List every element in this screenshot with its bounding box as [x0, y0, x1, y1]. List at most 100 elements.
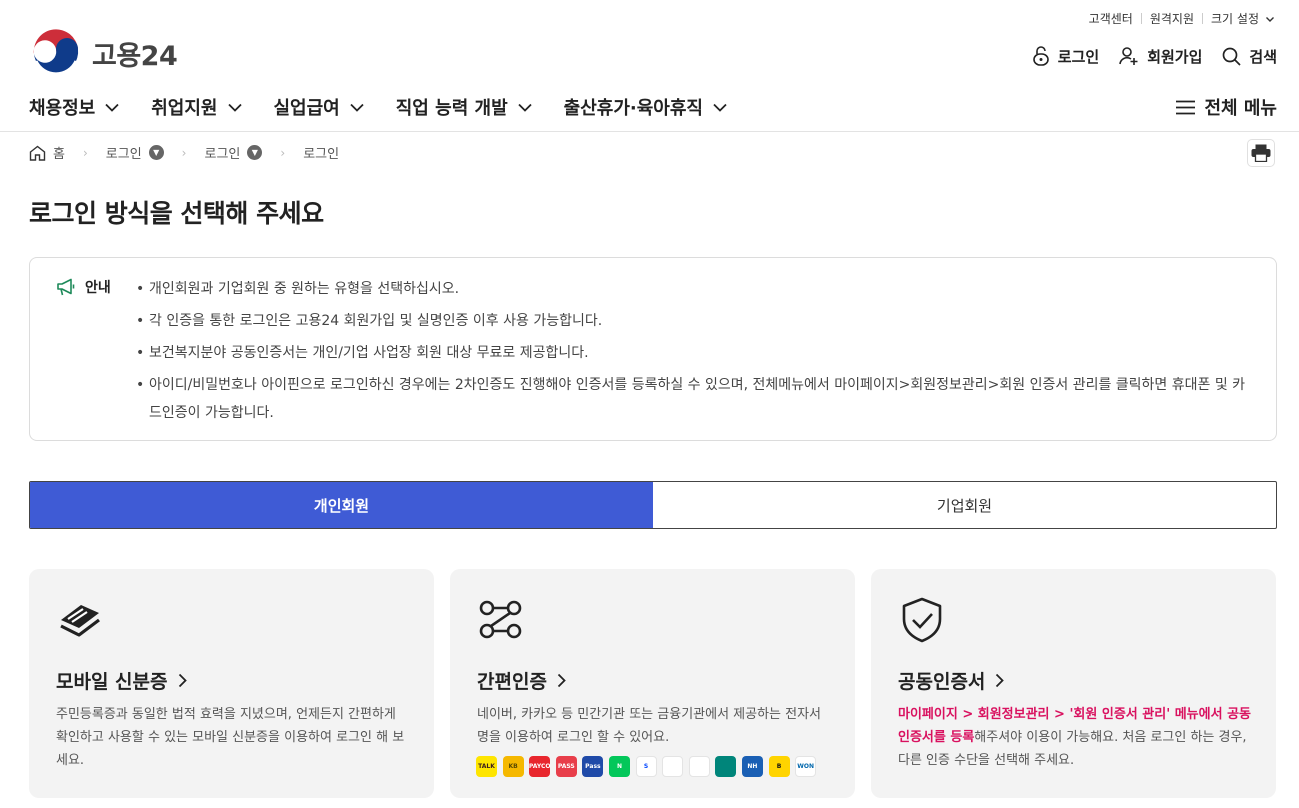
breadcrumb-item-label: 로그인 [204, 147, 241, 162]
nav-item-skills-development[interactable]: 직업 능력 개발 [396, 94, 532, 120]
dropdown-toggle-icon: ▼ [148, 145, 164, 160]
chevron-down-icon [1266, 16, 1274, 22]
home-icon [29, 145, 46, 161]
login-label: 로그인 [1057, 47, 1100, 66]
login-link[interactable]: 로그인 [1032, 45, 1099, 67]
payco-icon: PAYCO [529, 756, 550, 777]
notice-item: 아이디/비밀번호나 아이핀으로 로그인하신 경우에는 2차인증도 진행해야 인증… [136, 371, 1256, 427]
member-type-tabs: 개인회원 기업회원 [29, 481, 1277, 529]
notice-label: 안내 [56, 277, 111, 297]
font-size-label: 크기 설정 [1211, 12, 1259, 26]
chevron-down-icon [227, 103, 242, 112]
nav-label: 실업급여 [273, 98, 340, 119]
signup-label: 회원가입 [1147, 47, 1203, 66]
divider [1140, 13, 1142, 24]
chevron-right-icon [557, 673, 566, 688]
toss-icon [662, 756, 684, 777]
pass-icon: PASS [555, 756, 577, 777]
simple-auth-card[interactable]: 간편인증 네이버, 카카오 등 민간기관 또는 금융기관에서 제공하는 전자서명… [450, 569, 855, 798]
connection-icon [479, 600, 522, 639]
breadcrumb-home[interactable]: 홈 [29, 143, 65, 162]
card-description: 주민등록증과 동일한 법적 효력을 지녔으며, 언제든지 간편하게 확인하고 사… [56, 707, 405, 768]
customer-center-link[interactable]: 고객센터 [1089, 10, 1133, 27]
divider [1202, 13, 1204, 24]
chevron-down-icon [713, 103, 727, 112]
breadcrumb-item-label: 로그인 [105, 147, 142, 162]
kakao-icon: TALK [476, 756, 497, 777]
card-description: 마이페이지 > 회원정보관리 > '회원 인증서 관리' 메뉴에서 공동인증서를… [898, 703, 1253, 772]
card-title: 간편인증 [477, 667, 566, 694]
page-title: 로그인 방식을 선택해 주세요 [29, 199, 324, 228]
notice-list: 개인회원과 기업회원 중 원하는 유형을 선택하십시오. 각 인증을 통한 로그… [136, 275, 1256, 431]
notice-label-text: 안내 [85, 280, 111, 296]
taegeuk-logo-icon [32, 29, 80, 77]
nav-item-jobs[interactable]: 채용정보 [29, 94, 119, 120]
nh-icon: NH [741, 756, 763, 777]
samsung-pass-icon: Pass [582, 756, 604, 777]
nav-item-unemployment-benefit[interactable]: 실업급여 [274, 94, 364, 120]
card-title: 모바일 신분증 [56, 667, 187, 694]
nav-label: 출산휴가·육아휴직 [563, 98, 703, 119]
top-utility-links: 고객센터 원격지원 크기 설정 [1089, 10, 1275, 27]
nav-item-parental-leave[interactable]: 출산휴가·육아휴직 [564, 94, 727, 120]
logo-text: 고용24 [92, 40, 178, 72]
nav-label: 직업 능력 개발 [395, 98, 508, 119]
card-description: 네이버, 카카오 등 민간기관 또는 금융기관에서 제공하는 전자서명을 이용하… [477, 707, 822, 745]
chevron-right-icon [996, 673, 1005, 688]
chevron-right-icon: › [280, 145, 286, 160]
chevron-down-icon [350, 103, 364, 112]
chevron-right-icon: › [82, 145, 88, 160]
all-menu-label: 전체 메뉴 [1204, 98, 1277, 119]
search-button[interactable]: 검색 [1222, 46, 1277, 67]
chevron-right-icon: › [181, 145, 187, 160]
site-logo[interactable]: 고용24 [30, 27, 178, 79]
chevron-down-icon [105, 103, 119, 112]
shinhan-icon: S [635, 756, 657, 777]
breadcrumb-item[interactable]: 로그인 ▼ [106, 143, 164, 162]
notice-item: 보건복지분야 공동인증서는 개인/기업 사업장 회원 대상 무료로 제공합니다. [136, 339, 1256, 367]
breadcrumb: 홈 › 로그인 ▼ › 로그인 ▼ › 로그인 [29, 143, 339, 162]
chevron-down-icon [518, 103, 532, 112]
nav-label: 취업지원 [151, 98, 218, 119]
printer-icon [1251, 144, 1271, 162]
nav-label: 채용정보 [29, 98, 96, 119]
main-nav: 채용정보 취업지원 실업급여 직업 능력 개발 출산휴가·육아휴직 [29, 94, 759, 120]
card-title-text: 간편인증 [477, 671, 547, 693]
card-title: 공동인증서 [898, 667, 1005, 694]
font-size-setting[interactable]: 크기 설정 [1211, 10, 1275, 27]
kookmin-icon: KB [502, 756, 524, 777]
notice-box: 안내 개인회원과 기업회원 중 원하는 유형을 선택하십시오. 각 인증을 통한… [29, 257, 1277, 441]
add-user-icon [1119, 47, 1138, 65]
megaphone-icon [57, 278, 75, 296]
header-utility: 로그인 회원가입 검색 [1012, 45, 1277, 67]
lock-icon [1032, 46, 1049, 66]
breadcrumb-current: 로그인 [303, 147, 340, 162]
all-menu-button[interactable]: 전체 메뉴 [1176, 94, 1277, 120]
print-button[interactable] [1247, 139, 1275, 167]
hana-icon [715, 756, 737, 777]
search-icon [1223, 47, 1241, 66]
hamburger-icon [1176, 100, 1196, 114]
tab-personal[interactable]: 개인회원 [30, 482, 653, 528]
bank-b-icon: B [768, 756, 790, 777]
notice-item: 개인회원과 기업회원 중 원하는 유형을 선택하십시오. [136, 275, 1256, 303]
shield-check-icon [902, 597, 942, 643]
header-divider [0, 131, 1299, 132]
card-title-text: 모바일 신분증 [56, 671, 168, 693]
search-label: 검색 [1249, 47, 1277, 66]
banksalad-icon [688, 756, 710, 777]
card-title-text: 공동인증서 [898, 671, 986, 693]
woori-icon: WON [795, 756, 817, 777]
dropdown-toggle-icon: ▼ [247, 145, 263, 160]
mobile-id-icon [60, 605, 100, 637]
chevron-right-icon [178, 673, 187, 688]
signup-link[interactable]: 회원가입 [1119, 46, 1202, 67]
nav-item-employment-support[interactable]: 취업지원 [151, 94, 242, 120]
remote-support-link[interactable]: 원격지원 [1150, 10, 1194, 27]
tab-corporate[interactable]: 기업회원 [653, 482, 1276, 528]
joint-cert-card[interactable]: 공동인증서 마이페이지 > 회원정보관리 > '회원 인증서 관리' 메뉴에서 … [871, 569, 1276, 798]
auth-provider-list: TALK KB PAYCO PASS Pass N S NH B WON [476, 756, 822, 777]
breadcrumb-home-label: 홈 [53, 147, 65, 162]
mobile-id-card[interactable]: 모바일 신분증 주민등록증과 동일한 법적 효력을 지녔으며, 언제든지 간편하… [29, 569, 434, 798]
breadcrumb-item[interactable]: 로그인 ▼ [204, 143, 263, 162]
